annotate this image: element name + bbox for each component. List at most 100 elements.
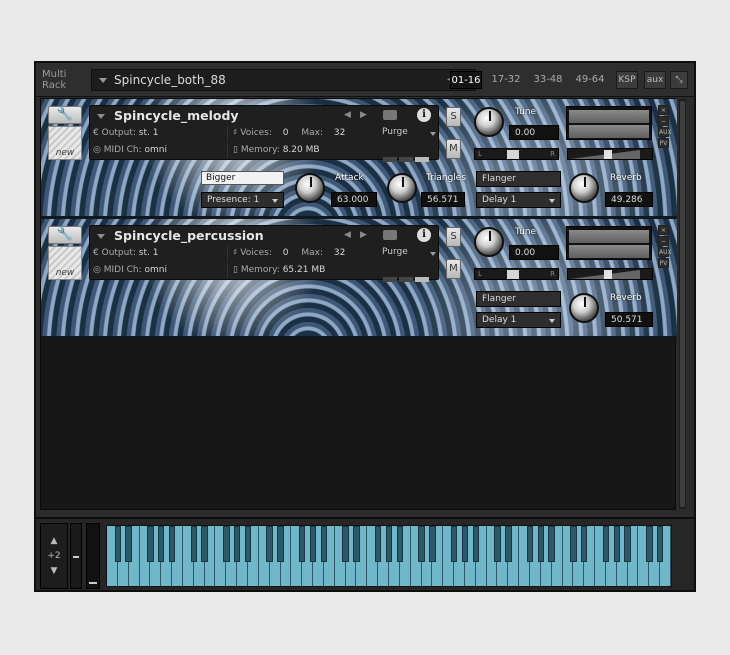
- black-key[interactable]: [646, 526, 653, 562]
- instrument-menu-icon[interactable]: [97, 114, 105, 119]
- prev-instrument-icon[interactable]: ◀: [344, 230, 351, 240]
- prev-instrument-icon[interactable]: ◀: [344, 110, 351, 120]
- black-key[interactable]: [494, 526, 501, 562]
- volume-slider[interactable]: [567, 268, 653, 280]
- black-key[interactable]: [114, 526, 122, 562]
- tune-value[interactable]: 0.00: [509, 245, 559, 260]
- black-key[interactable]: [374, 526, 382, 562]
- reverb-knob[interactable]: [569, 293, 599, 323]
- volume-slider[interactable]: [567, 148, 653, 160]
- midi-channel-selector[interactable]: ◎ MIDI Ch: omni: [93, 263, 228, 278]
- new-instrument-button[interactable]: new: [48, 126, 82, 160]
- rack-name-field[interactable]: Spincycle_both_88 ◀ ▶: [91, 69, 476, 91]
- mute-button[interactable]: M: [446, 259, 461, 279]
- max-voices-field[interactable]: 32: [334, 248, 345, 258]
- aux-toggle[interactable]: AUX: [658, 127, 672, 137]
- tune-knob[interactable]: [474, 227, 504, 257]
- black-key[interactable]: [396, 526, 404, 562]
- camera-icon[interactable]: [383, 230, 397, 240]
- collapse-arrows-icon[interactable]: ⤡: [670, 71, 688, 89]
- black-key[interactable]: [624, 526, 631, 562]
- aux-button[interactable]: aux: [644, 71, 666, 89]
- pan-slider[interactable]: L R: [474, 268, 559, 280]
- mod-wheel[interactable]: [70, 523, 82, 589]
- tune-value[interactable]: 0.00: [509, 125, 559, 140]
- fx1-dropdown[interactable]: Flanger: [476, 171, 561, 187]
- black-key[interactable]: [461, 526, 469, 562]
- black-key[interactable]: [342, 526, 349, 562]
- black-key[interactable]: [472, 526, 479, 562]
- page-49-64-button[interactable]: 49-64: [574, 71, 606, 89]
- rack-scrollbar[interactable]: [679, 99, 686, 509]
- black-key[interactable]: [418, 526, 425, 562]
- presence-dropdown[interactable]: Presence: 1: [201, 192, 284, 208]
- pitch-wheel[interactable]: [86, 523, 100, 589]
- black-key[interactable]: [570, 526, 577, 562]
- black-key[interactable]: [505, 526, 512, 562]
- attack-value[interactable]: 63.000: [331, 192, 377, 207]
- next-instrument-icon[interactable]: ▶: [360, 230, 367, 240]
- scrollbar-thumb[interactable]: [680, 101, 685, 507]
- bigger-field[interactable]: Bigger: [201, 171, 284, 185]
- black-key[interactable]: [298, 526, 306, 562]
- pan-thumb[interactable]: [507, 150, 519, 159]
- solo-button[interactable]: S: [446, 227, 461, 247]
- max-voices-field[interactable]: 32: [334, 128, 345, 138]
- aux-toggle[interactable]: AUX: [658, 247, 672, 257]
- purge-dropdown[interactable]: Purge: [382, 247, 436, 257]
- close-icon[interactable]: ×: [658, 225, 669, 235]
- black-key[interactable]: [223, 526, 230, 562]
- fx2-dropdown[interactable]: Delay 1: [476, 192, 561, 208]
- close-icon[interactable]: ×: [658, 105, 669, 115]
- piano-keyboard[interactable]: [106, 525, 672, 587]
- info-icon[interactable]: i: [417, 108, 431, 122]
- volume-thumb[interactable]: [604, 270, 612, 279]
- reverb-knob[interactable]: [569, 173, 599, 203]
- pan-thumb[interactable]: [507, 270, 519, 279]
- page-01-16-button[interactable]: 01-16: [450, 71, 482, 89]
- info-icon[interactable]: i: [417, 228, 431, 242]
- black-key[interactable]: [537, 526, 545, 562]
- black-key[interactable]: [602, 526, 610, 562]
- reverb-value[interactable]: 50.571: [605, 312, 653, 327]
- black-key[interactable]: [613, 526, 620, 562]
- purge-dropdown[interactable]: Purge: [382, 127, 436, 137]
- black-key[interactable]: [385, 526, 393, 562]
- black-key[interactable]: [125, 526, 132, 562]
- triangles-value[interactable]: 56.571: [421, 192, 465, 207]
- wrench-icon[interactable]: 🔧: [48, 226, 82, 244]
- black-key[interactable]: [429, 526, 436, 562]
- solo-button[interactable]: S: [446, 107, 461, 127]
- midi-channel-selector[interactable]: ◎ MIDI Ch: omni: [93, 143, 228, 158]
- octave-down-icon[interactable]: ▼: [41, 566, 67, 576]
- minimize-icon[interactable]: −: [658, 116, 669, 126]
- black-key[interactable]: [266, 526, 273, 562]
- tune-knob[interactable]: [474, 107, 504, 137]
- reverb-value[interactable]: 49.286: [605, 192, 653, 207]
- pv-toggle[interactable]: PV: [658, 258, 669, 268]
- black-key[interactable]: [201, 526, 208, 562]
- black-key[interactable]: [580, 526, 588, 562]
- black-key[interactable]: [450, 526, 458, 562]
- black-key[interactable]: [656, 526, 664, 562]
- black-key[interactable]: [353, 526, 360, 562]
- black-key[interactable]: [526, 526, 534, 562]
- black-key[interactable]: [277, 526, 284, 562]
- black-key[interactable]: [168, 526, 176, 562]
- black-key[interactable]: [244, 526, 252, 562]
- volume-thumb[interactable]: [604, 150, 612, 159]
- new-instrument-button[interactable]: new: [48, 246, 82, 280]
- minimize-icon[interactable]: −: [658, 236, 669, 246]
- page-33-48-button[interactable]: 33-48: [532, 71, 564, 89]
- octave-up-icon[interactable]: ▲: [41, 536, 67, 546]
- output-selector[interactable]: € Output: st. 1: [93, 126, 228, 141]
- output-selector[interactable]: € Output: st. 1: [93, 246, 228, 261]
- camera-icon[interactable]: [383, 110, 397, 120]
- attack-knob[interactable]: [295, 173, 325, 203]
- fx2-dropdown[interactable]: Delay 1: [476, 312, 561, 328]
- wrench-icon[interactable]: 🔧: [48, 106, 82, 124]
- instrument-name[interactable]: Spincycle_melody: [114, 108, 239, 123]
- black-key[interactable]: [157, 526, 165, 562]
- octave-shift[interactable]: ▲ +2 ▼: [40, 523, 68, 589]
- mute-button[interactable]: M: [446, 139, 461, 159]
